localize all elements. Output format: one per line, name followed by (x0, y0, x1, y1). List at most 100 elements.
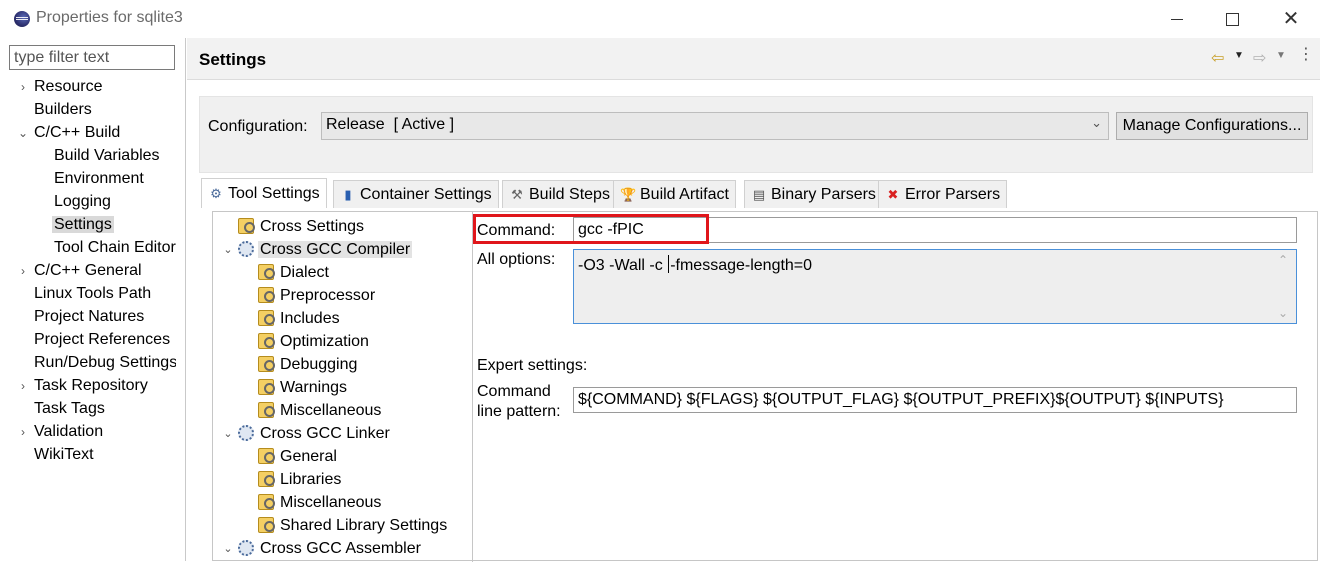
forward-arrow-icon[interactable]: ⇨ (1253, 48, 1266, 68)
tab-build-artifact[interactable]: 🏆 Build Artifact (613, 180, 736, 208)
folder-settings-icon (258, 494, 275, 510)
nav-item-label: Task Tags (34, 400, 105, 417)
nav-item-run-debug-settings[interactable]: Run/Debug Settings (34, 352, 176, 374)
scroll-up-icon[interactable]: ⌃ (1278, 253, 1288, 267)
nav-item-cpp-general[interactable]: › C/C++ General (21, 260, 142, 282)
tab-tool-settings[interactable]: ⚙ Tool Settings (201, 178, 327, 208)
page-title: Settings (199, 50, 267, 69)
close-button[interactable]: ✕ (1278, 6, 1304, 32)
nav-item-linux-tools-path[interactable]: Linux Tools Path (34, 283, 151, 305)
all-options-text-before: -O3 -Wall -c (578, 257, 668, 274)
nav-item-label: Builders (34, 101, 92, 118)
folder-settings-icon (258, 402, 275, 418)
tree-item-label: Includes (280, 310, 340, 327)
command-line-pattern-input[interactable]: ${COMMAND} ${FLAGS} ${OUTPUT_FLAG} ${OUT… (573, 387, 1297, 413)
tab-container-settings[interactable]: ▮ Container Settings (333, 180, 499, 208)
chevron-down-icon[interactable]: ⌄ (16, 122, 30, 144)
back-dropdown-icon[interactable]: ▼ (1234, 50, 1244, 61)
nav-item-wikitext[interactable]: WikiText (34, 444, 94, 466)
nav-item-settings[interactable]: Settings (52, 214, 114, 236)
tree-item-cross-settings[interactable]: Cross Settings (238, 216, 366, 239)
highlight-annotation (473, 214, 709, 244)
gear-icon (238, 540, 254, 556)
tree-item-dialect[interactable]: Dialect (258, 262, 331, 285)
configuration-panel: Configuration: Release [ Active ] ⌄ Mana… (199, 96, 1313, 173)
tab-label: Binary Parsers (771, 186, 876, 203)
command-line-pattern-label: Command line pattern: (477, 382, 561, 422)
manage-configurations-button[interactable]: Manage Configurations... (1116, 112, 1308, 140)
tree-item-warnings[interactable]: Warnings (258, 377, 349, 400)
tab-binary-parsers[interactable]: ▤ Binary Parsers (744, 180, 883, 208)
scroll-down-icon[interactable]: ⌄ (1278, 306, 1288, 320)
all-options-label: All options: (477, 251, 556, 268)
filter-input[interactable] (9, 45, 175, 70)
chevron-right-icon[interactable]: › (16, 421, 30, 443)
tree-item-label: Miscellaneous (280, 494, 382, 511)
nav-item-cpp-build[interactable]: ⌄ C/C++ Build (18, 122, 120, 144)
nav-item-project-natures[interactable]: Project Natures (34, 306, 144, 328)
trophy-icon: 🏆 (620, 187, 637, 202)
minimize-button[interactable] (1164, 6, 1190, 32)
folder-settings-icon (258, 287, 275, 303)
tree-item-debugging[interactable]: Debugging (258, 354, 359, 377)
chevron-down-icon[interactable]: ⌄ (222, 423, 234, 445)
chevron-down-icon[interactable]: ⌄ (1091, 115, 1102, 131)
nav-item-label: Build Variables (54, 147, 160, 164)
nav-item-label: C/C++ General (34, 262, 142, 279)
back-arrow-icon[interactable]: ⇦ (1211, 48, 1224, 68)
nav-item-tool-chain-editor[interactable]: Tool Chain Editor (54, 237, 176, 259)
error-icon: ✖ (887, 187, 899, 202)
window-title: Properties for sqlite3 (36, 9, 183, 26)
tree-item-label: Cross GCC Assembler (260, 540, 421, 557)
nav-item-logging[interactable]: Logging (54, 191, 111, 213)
expert-settings-label: Expert settings: (477, 357, 588, 374)
nav-item-label: Run/Debug Settings (34, 354, 176, 371)
folder-settings-icon (258, 356, 275, 372)
tree-item-linker-miscellaneous[interactable]: Miscellaneous (258, 492, 383, 515)
tree-item-label: Debugging (280, 356, 358, 373)
tab-label: Build Steps (529, 186, 610, 203)
chevron-down-icon[interactable]: ⌄ (222, 538, 234, 560)
nav-item-task-tags[interactable]: Task Tags (34, 398, 105, 420)
nav-item-build-variables[interactable]: Build Variables (54, 145, 160, 167)
nav-item-builders[interactable]: Builders (34, 99, 92, 121)
nav-item-project-references[interactable]: Project References (34, 329, 170, 351)
nav-item-resource[interactable]: › Resource (21, 76, 102, 98)
nav-item-validation[interactable]: › Validation (21, 421, 103, 443)
tree-item-shared-library-settings[interactable]: Shared Library Settings (258, 515, 449, 538)
tree-item-general[interactable]: General (258, 446, 339, 469)
nav-item-label: WikiText (34, 446, 94, 463)
title-bar: Properties for sqlite3 ✕ (0, 0, 1320, 38)
nav-item-label: Tool Chain Editor (54, 239, 176, 256)
tree-item-label: Shared Library Settings (280, 517, 448, 534)
tree-item-miscellaneous[interactable]: Miscellaneous (258, 400, 383, 423)
folder-settings-icon (258, 264, 275, 280)
nav-item-environment[interactable]: Environment (54, 168, 144, 190)
tree-item-includes[interactable]: Includes (258, 308, 342, 331)
tree-item-cross-gcc-compiler[interactable]: ⌄ Cross GCC Compiler (223, 239, 413, 262)
forward-dropdown-icon[interactable]: ▼ (1276, 50, 1286, 61)
tab-error-parsers[interactable]: ✖ Error Parsers (878, 180, 1008, 208)
folder-settings-icon (258, 448, 275, 464)
chevron-right-icon[interactable]: › (16, 260, 30, 282)
pattern-label-line-2: line pattern: (477, 403, 561, 420)
folder-settings-icon (258, 310, 275, 326)
nav-item-label: Environment (54, 170, 144, 187)
tree-item-optimization[interactable]: Optimization (258, 331, 371, 354)
tree-item-libraries[interactable]: Libraries (258, 469, 343, 492)
tree-item-cross-gcc-linker[interactable]: ⌄ Cross GCC Linker (223, 423, 392, 446)
chevron-right-icon[interactable]: › (16, 76, 30, 98)
tab-build-steps[interactable]: ⚒ Build Steps (502, 180, 617, 208)
maximize-button[interactable] (1219, 6, 1245, 32)
tree-item-label: Warnings (280, 379, 347, 396)
view-menu-icon[interactable]: ⋮ (1298, 47, 1314, 63)
tree-item-cross-gcc-assembler[interactable]: ⌄ Cross GCC Assembler (223, 538, 423, 561)
tree-item-label: General (280, 448, 337, 465)
tree-item-label: Miscellaneous (280, 402, 382, 419)
configuration-select[interactable]: Release [ Active ] ⌄ (321, 112, 1109, 140)
nav-item-task-repository[interactable]: › Task Repository (21, 375, 148, 397)
tree-item-preprocessor[interactable]: Preprocessor (258, 285, 377, 308)
all-options-textarea[interactable]: -O3 -Wall -c -fmessage-length=0 ⌃ ⌄ (573, 249, 1297, 324)
chevron-down-icon[interactable]: ⌄ (222, 239, 234, 261)
chevron-right-icon[interactable]: › (16, 375, 30, 397)
